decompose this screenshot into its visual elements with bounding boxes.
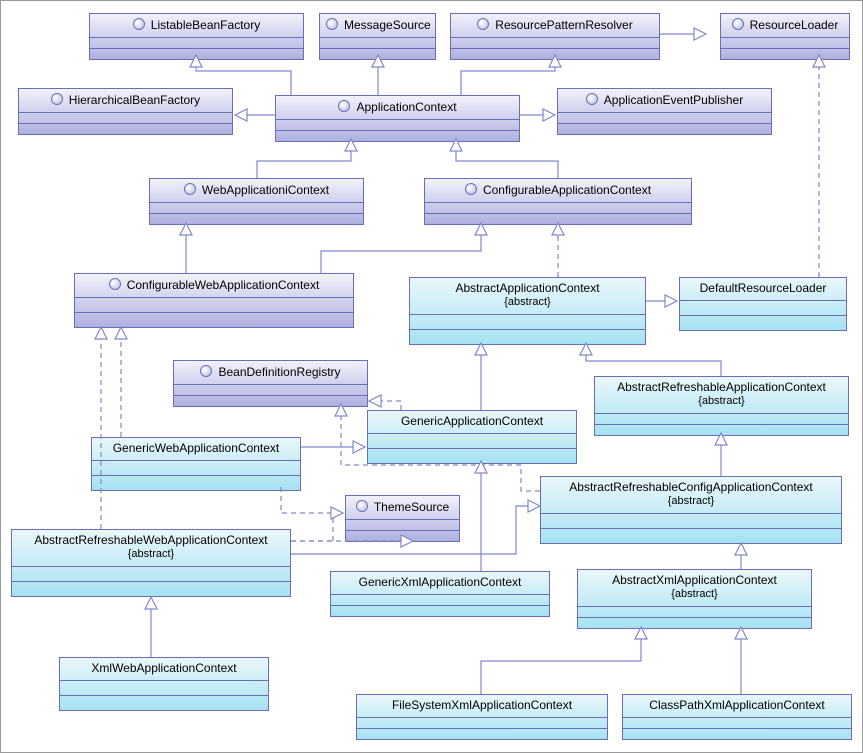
interface-icon — [732, 18, 744, 30]
class-listable-bean-factory: ListableBeanFactory — [89, 13, 304, 60]
class-label: ThemeSource — [374, 500, 449, 514]
interface-icon — [477, 18, 489, 30]
class-application-event-publisher: ApplicationEventPublisher — [557, 88, 772, 135]
class-file-system-xml-application-context: FileSystemXmlApplicationContext — [356, 694, 608, 740]
class-bean-definition-registry: BeanDefinitionRegistry — [173, 360, 368, 407]
class-label: XmlWebApplicationContext — [91, 661, 236, 675]
class-label: HierarchicalBeanFactory — [69, 93, 200, 107]
class-application-context: ApplicationContext — [275, 95, 520, 142]
class-default-resource-loader: DefaultResourceLoader — [679, 277, 847, 331]
class-abstract-refreshable-web-application-context: AbstractRefreshableWebApplicationContext… — [11, 529, 291, 597]
class-stereotype: {abstract} — [416, 296, 639, 310]
class-label: GenericXmlApplicationContext — [359, 575, 522, 589]
interface-icon — [356, 500, 368, 512]
uml-canvas: ListableBeanFactory MessageSource Resour… — [0, 0, 863, 753]
class-generic-web-application-context: GenericWebApplicationContext — [91, 437, 301, 491]
class-generic-application-context: GenericApplicationContext — [367, 410, 577, 464]
class-stereotype: {abstract} — [584, 588, 805, 602]
class-label: AbstractXmlApplicationContext — [612, 573, 777, 587]
class-abstract-refreshable-application-context: AbstractRefreshableApplicationContext{ab… — [594, 376, 849, 436]
class-label: ConfigurableApplicationContext — [483, 183, 651, 197]
class-label: GenericWebApplicationContext — [113, 441, 280, 455]
class-label: AbstractApplicationContext — [455, 281, 599, 295]
class-abstract-xml-application-context: AbstractXmlApplicationContext{abstract} — [577, 569, 812, 629]
interface-icon — [133, 18, 145, 30]
interface-icon — [184, 183, 196, 195]
class-message-source: MessageSource — [319, 13, 436, 60]
interface-icon — [326, 18, 338, 30]
class-label: GenericApplicationContext — [401, 414, 543, 428]
class-label: ListableBeanFactory — [151, 18, 260, 32]
class-resource-pattern-resolver: ResourcePatternResolver — [450, 13, 660, 60]
class-label: WebApplicationiContext — [202, 183, 329, 197]
class-label: ApplicationContext — [356, 100, 456, 114]
class-xml-web-application-context: XmlWebApplicationContext — [59, 657, 269, 711]
class-label: MessageSource — [344, 18, 431, 32]
class-label: BeanDefinitionRegistry — [218, 365, 340, 379]
class-label: ClassPathXmlApplicationContext — [649, 698, 824, 712]
class-stereotype: {abstract} — [601, 395, 842, 409]
class-label: ResourceLoader — [750, 18, 839, 32]
class-label: AbstractRefreshableApplicationContext — [617, 380, 826, 394]
class-stereotype: {abstract} — [547, 495, 835, 509]
class-generic-xml-application-context: GenericXmlApplicationContext — [330, 571, 550, 617]
interface-icon — [109, 278, 121, 290]
class-abstract-refreshable-config-application-context: AbstractRefreshableConfigApplicationCont… — [540, 476, 842, 544]
interface-icon — [465, 183, 477, 195]
class-label: ConfigurableWebApplicationContext — [127, 278, 320, 292]
class-resource-loader: ResourceLoader — [720, 13, 850, 60]
interface-icon — [338, 100, 350, 112]
class-label: ResourcePatternResolver — [495, 18, 632, 32]
interface-icon — [586, 93, 598, 105]
class-configurable-application-context: ConfigurableApplicationContext — [424, 178, 692, 225]
class-label: ApplicationEventPublisher — [604, 93, 743, 107]
class-web-application-context: WebApplicationiContext — [149, 178, 364, 225]
class-stereotype: {abstract} — [18, 548, 284, 562]
class-label: DefaultResourceLoader — [700, 281, 827, 295]
class-label: FileSystemXmlApplicationContext — [392, 698, 572, 712]
class-abstract-application-context: AbstractApplicationContext{abstract} — [409, 277, 646, 345]
interface-icon — [51, 93, 63, 105]
class-class-path-xml-application-context: ClassPathXmlApplicationContext — [622, 694, 852, 740]
class-label: AbstractRefreshableConfigApplicationCont… — [569, 480, 812, 494]
class-label: AbstractRefreshableWebApplicationContext — [34, 533, 267, 547]
class-hierarchical-bean-factory: HierarchicalBeanFactory — [18, 88, 233, 135]
class-theme-source: ThemeSource — [345, 495, 460, 542]
class-configurable-web-application-context: ConfigurableWebApplicationContext — [74, 273, 354, 328]
interface-icon — [200, 365, 212, 377]
